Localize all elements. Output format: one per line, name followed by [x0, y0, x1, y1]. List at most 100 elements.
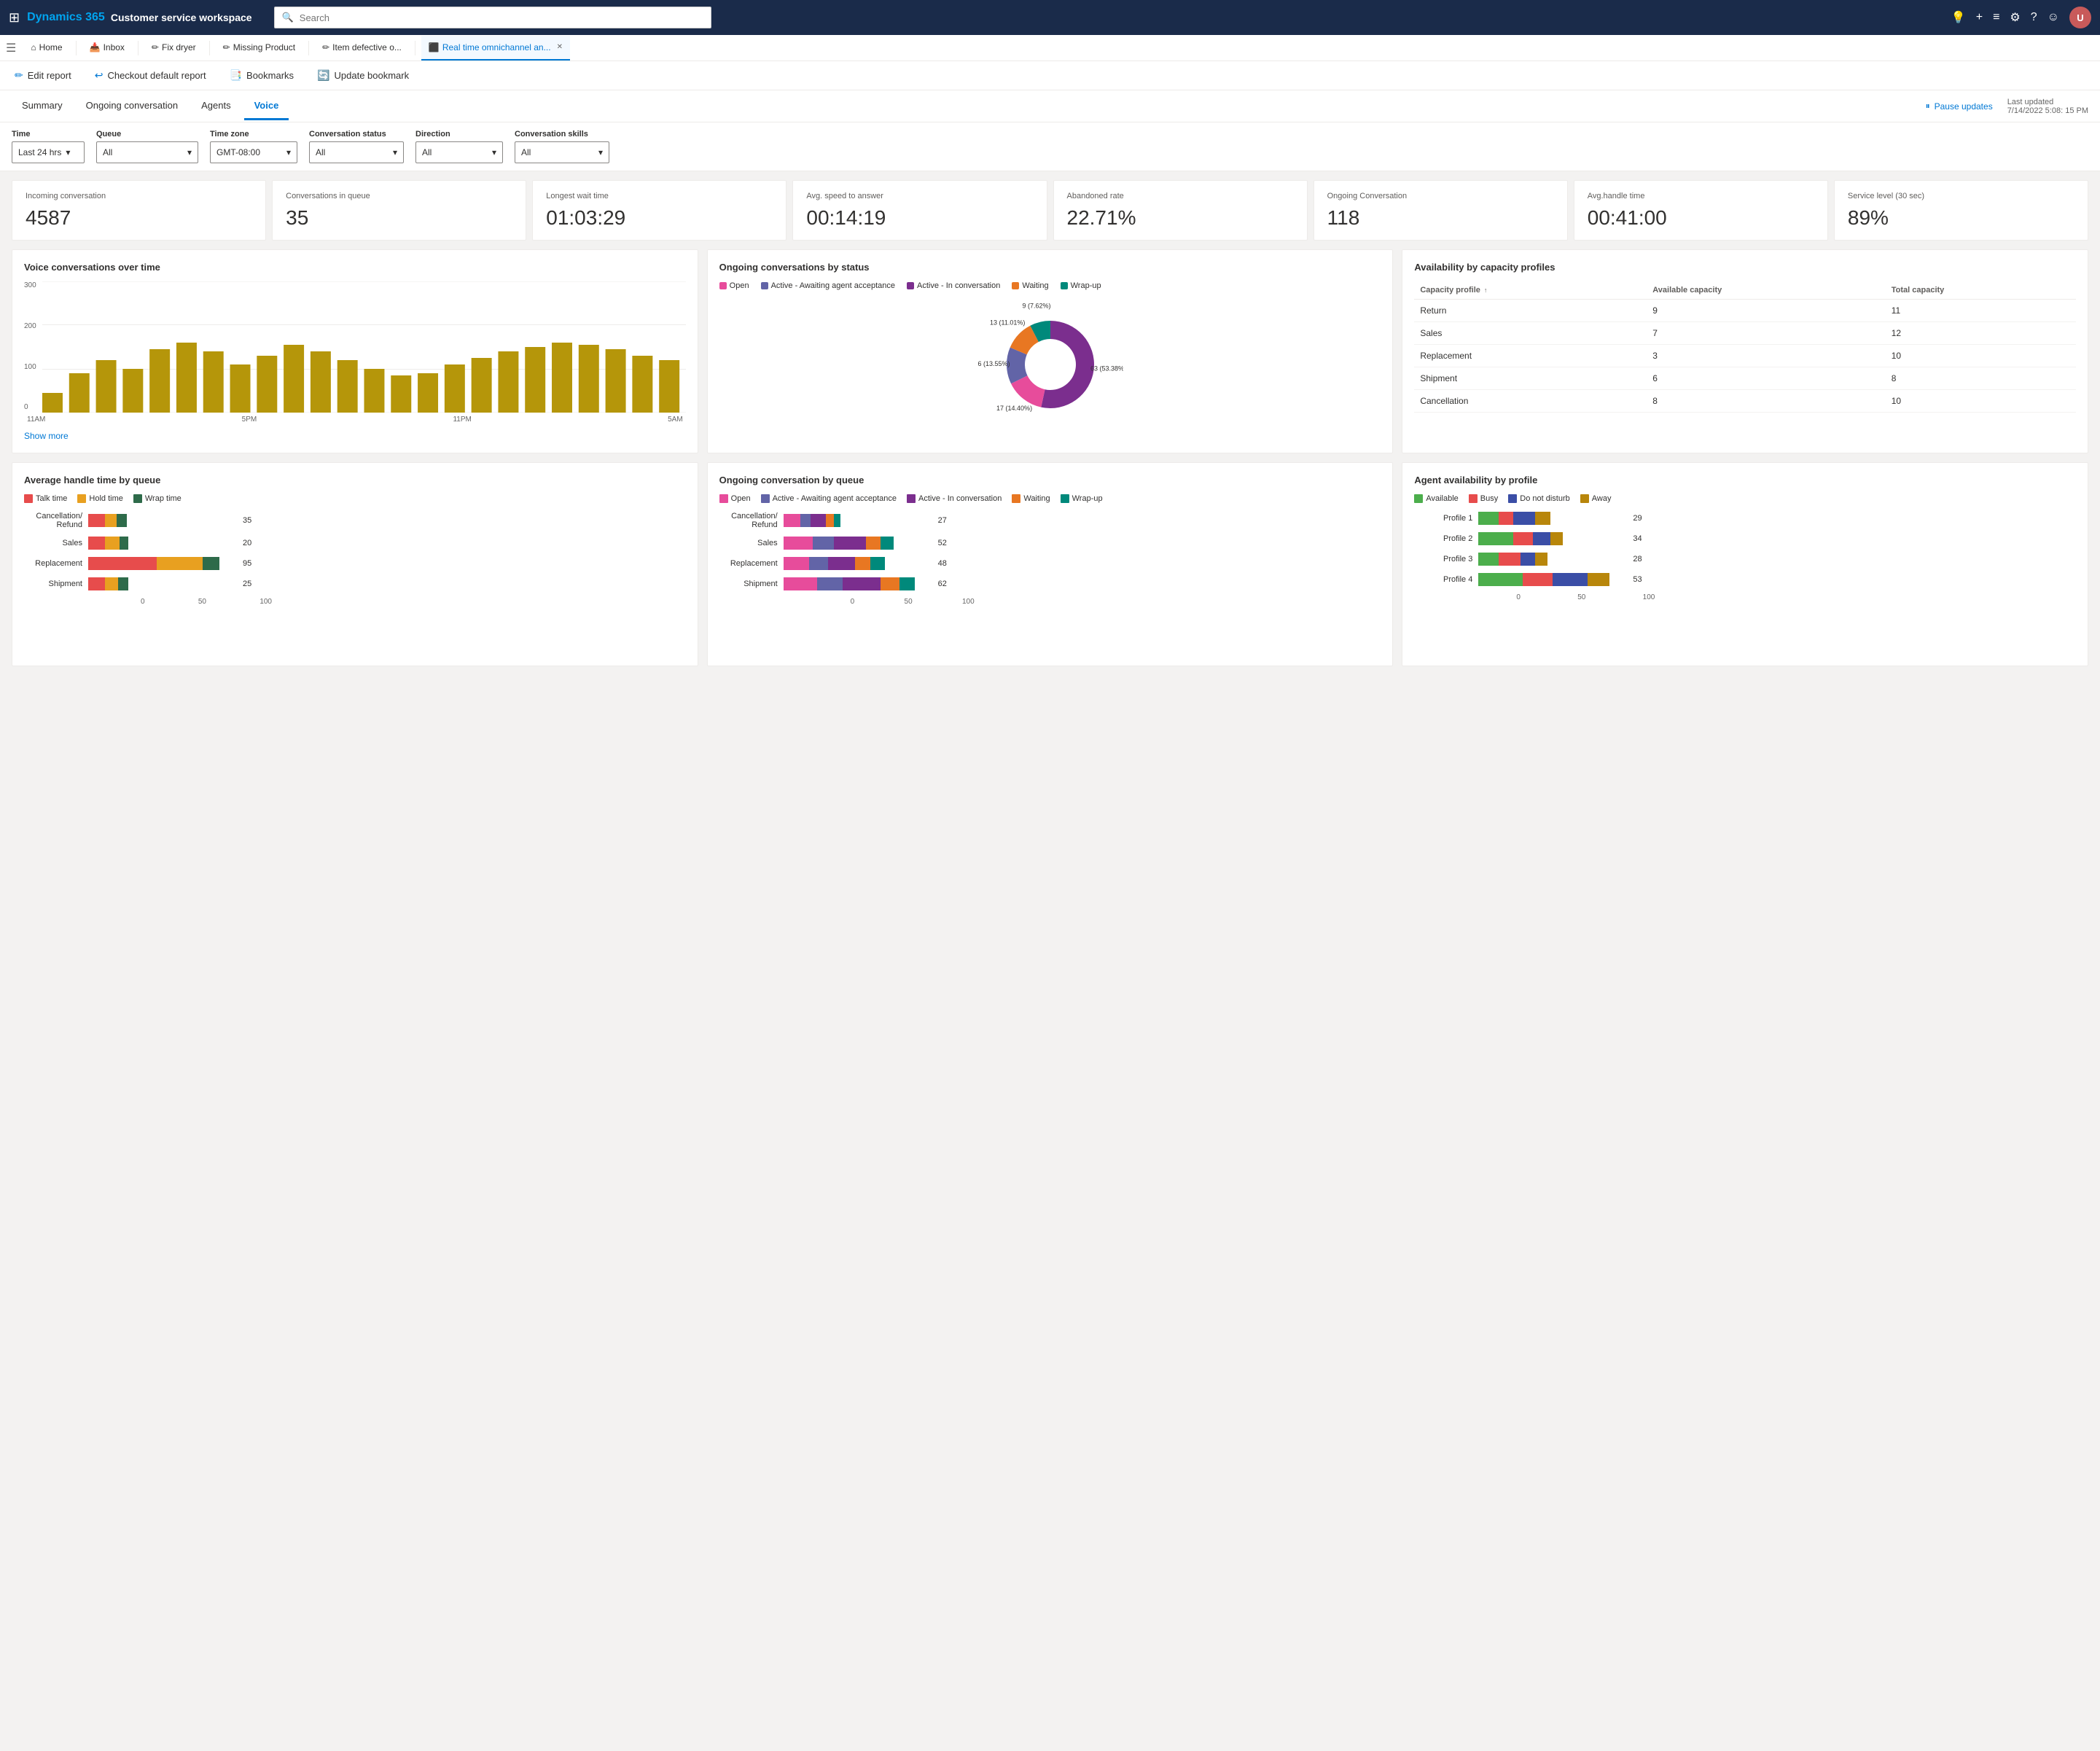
tab-item-defective[interactable]: ✏ Item defective o...: [315, 36, 409, 61]
inbox-icon: 📥: [90, 42, 101, 52]
ongoing-queue-bars-seg-3-2: [843, 577, 881, 590]
avg-handle-bars-seg-1-0: [88, 537, 105, 550]
ongoing-queue-bars-bars-0: [784, 514, 929, 527]
metric-card-3: Avg. speed to answer 00:14:19: [792, 180, 1047, 241]
ongoing-queue-legend-dot-4: [1061, 494, 1069, 503]
tab-summary[interactable]: Summary: [12, 93, 73, 120]
chevron-down-icon-2: ▾: [187, 147, 192, 157]
agent-avail-legend: Available Busy Do not disturb Away: [1414, 494, 2076, 503]
col-available[interactable]: Available capacity: [1647, 281, 1885, 300]
tab-agents[interactable]: Agents: [191, 93, 241, 120]
hamburger-icon[interactable]: ☰: [6, 41, 16, 55]
menu-icon[interactable]: ≡: [1993, 11, 1999, 24]
cap-profile-3: Shipment: [1414, 367, 1647, 390]
main-tabs: Summary Ongoing conversation Agents Voic…: [0, 90, 2100, 122]
search-bar[interactable]: 🔍: [274, 7, 711, 28]
avatar[interactable]: U: [2069, 7, 2091, 28]
app-name-label: Customer service workspace: [111, 12, 252, 23]
ongoing-queue-bars-seg-0-0: [784, 514, 800, 527]
filter-direction: Direction All ▾: [415, 130, 503, 163]
y-label-200: 200: [24, 322, 36, 330]
agent-avail-bars-seg-2-2: [1521, 553, 1535, 566]
filter-timezone-value: GMT-08:00: [216, 147, 260, 157]
metric-card-1: Conversations in queue 35: [272, 180, 526, 241]
lightbulb-icon[interactable]: 💡: [1951, 10, 1966, 25]
metric-label-2: Longest wait time: [546, 191, 773, 202]
legend-dot-0: [719, 282, 727, 289]
filter-time-value: Last 24 hrs: [18, 147, 61, 157]
tab-realtime[interactable]: ⬛ Real time omnichannel an... ✕: [421, 36, 570, 61]
checkout-report-btn[interactable]: ↩ Checkout default report: [89, 65, 212, 87]
ongoing-queue-bars-label-2: Replacement: [719, 559, 778, 568]
ongoing-queue-legend-label-0: Open: [731, 494, 751, 503]
ongoing-status-legend: Open Active - Awaiting agent acceptance …: [719, 281, 1381, 290]
user-emoji-icon[interactable]: ☺: [2048, 11, 2059, 24]
avg-handle-bars-val-0: 35: [243, 516, 251, 525]
avg-handle-legend-item-2: Wrap time: [133, 494, 181, 503]
tab-voice[interactable]: Voice: [244, 93, 289, 120]
agent-avail-legend-label-0: Available: [1426, 494, 1458, 503]
capacity-table-wrap[interactable]: Capacity profile ↑ Available capacity To…: [1414, 281, 2076, 413]
ongoing-queue-legend-dot-2: [907, 494, 916, 503]
filter-time-select[interactable]: Last 24 hrs ▾: [12, 141, 85, 163]
bar-chart-area: [42, 281, 686, 413]
tab-ongoing-conversation[interactable]: Ongoing conversation: [76, 93, 188, 120]
agent-avail-legend-dot-3: [1580, 494, 1589, 503]
x-label-100-1: 100: [259, 598, 272, 606]
edit-icon-3: ✏: [322, 42, 329, 52]
avg-handle-bars-val-2: 95: [243, 559, 251, 568]
metric-label-3: Avg. speed to answer: [806, 191, 1033, 202]
legend-label-2: Active - In conversation: [917, 281, 1000, 290]
avg-handle-legend-label-2: Wrap time: [145, 494, 181, 503]
update-bookmark-label: Update bookmark: [335, 70, 410, 81]
filter-timezone-label: Time zone: [210, 130, 297, 139]
col-profile[interactable]: Capacity profile ↑: [1414, 281, 1647, 300]
bar-2: [95, 360, 116, 413]
donut-label-4: 9 (7.62%): [1022, 303, 1050, 310]
capacity-card: Availability by capacity profiles Capaci…: [1402, 249, 2088, 453]
metric-value-7: 89%: [1848, 206, 2074, 230]
ongoing-queue-bars-label-3: Shipment: [719, 580, 778, 588]
tab-close-icon[interactable]: ✕: [557, 43, 563, 51]
avg-handle-bars-seg-3-2: [118, 577, 128, 590]
ongoing-queue-legend-item-3: Waiting: [1012, 494, 1050, 503]
tab-missing-product[interactable]: ✏ Missing Product: [216, 36, 302, 61]
filter-conv-status-select[interactable]: All ▾: [309, 141, 404, 163]
edit-report-btn[interactable]: ✏ Edit report: [9, 65, 77, 87]
agent-avail-bars-label-3: Profile 4: [1414, 575, 1472, 584]
filter-queue-value: All: [103, 147, 112, 157]
x-label-100-2: 100: [962, 598, 975, 606]
agent-avail-bars-row-1: Profile 234: [1414, 532, 2076, 545]
pause-icon: ⏸: [1926, 101, 1930, 112]
pause-updates-btn[interactable]: ⏸ Pause updates: [1926, 101, 1993, 112]
filter-timezone-select[interactable]: GMT-08:00 ▾: [210, 141, 297, 163]
search-input[interactable]: [300, 12, 703, 23]
plus-icon[interactable]: +: [1976, 11, 1983, 24]
settings-icon[interactable]: ⚙: [2010, 10, 2020, 25]
tab-fix-dryer[interactable]: ✏ Fix dryer: [144, 36, 203, 61]
ongoing-queue-legend-label-2: Active - In conversation: [918, 494, 1002, 503]
col-total[interactable]: Total capacity: [1886, 281, 2076, 300]
waffle-icon[interactable]: ⊞: [9, 10, 20, 26]
legend-label-1: Active - Awaiting agent acceptance: [771, 281, 895, 290]
agent-avail-legend-item-0: Available: [1414, 494, 1458, 503]
agent-avail-bars-seg-1-2: [1533, 532, 1550, 545]
bookmarks-btn[interactable]: 📑 Bookmarks: [224, 65, 300, 87]
tab-home[interactable]: ⌂ Home: [23, 36, 69, 61]
donut-wrapper: 63 (53.38%)17 (14.40%)16 (13.55%)13 (11.…: [719, 299, 1381, 430]
help-icon[interactable]: ?: [2031, 11, 2037, 24]
filter-conv-skills-label: Conversation skills: [515, 130, 609, 139]
charts-row-1: Voice conversations over time 300 200 10…: [12, 249, 2088, 453]
update-bookmark-btn[interactable]: 🔄 Update bookmark: [311, 65, 415, 87]
agent-avail-bars-seg-3-3: [1588, 573, 1610, 586]
chevron-down-icon: ▾: [66, 147, 70, 157]
toolbar: ✏ Edit report ↩ Checkout default report …: [0, 61, 2100, 90]
filter-conv-skills-select[interactable]: All ▾: [515, 141, 609, 163]
legend-item-0: Open: [719, 281, 749, 290]
cap-profile-0: Return: [1414, 300, 1647, 322]
filter-direction-select[interactable]: All ▾: [415, 141, 503, 163]
tab-inbox[interactable]: 📥 Inbox: [82, 36, 132, 61]
charts-area: Voice conversations over time 300 200 10…: [0, 249, 2100, 687]
filter-queue-select[interactable]: All ▾: [96, 141, 198, 163]
show-more-link[interactable]: Show more: [24, 431, 69, 441]
